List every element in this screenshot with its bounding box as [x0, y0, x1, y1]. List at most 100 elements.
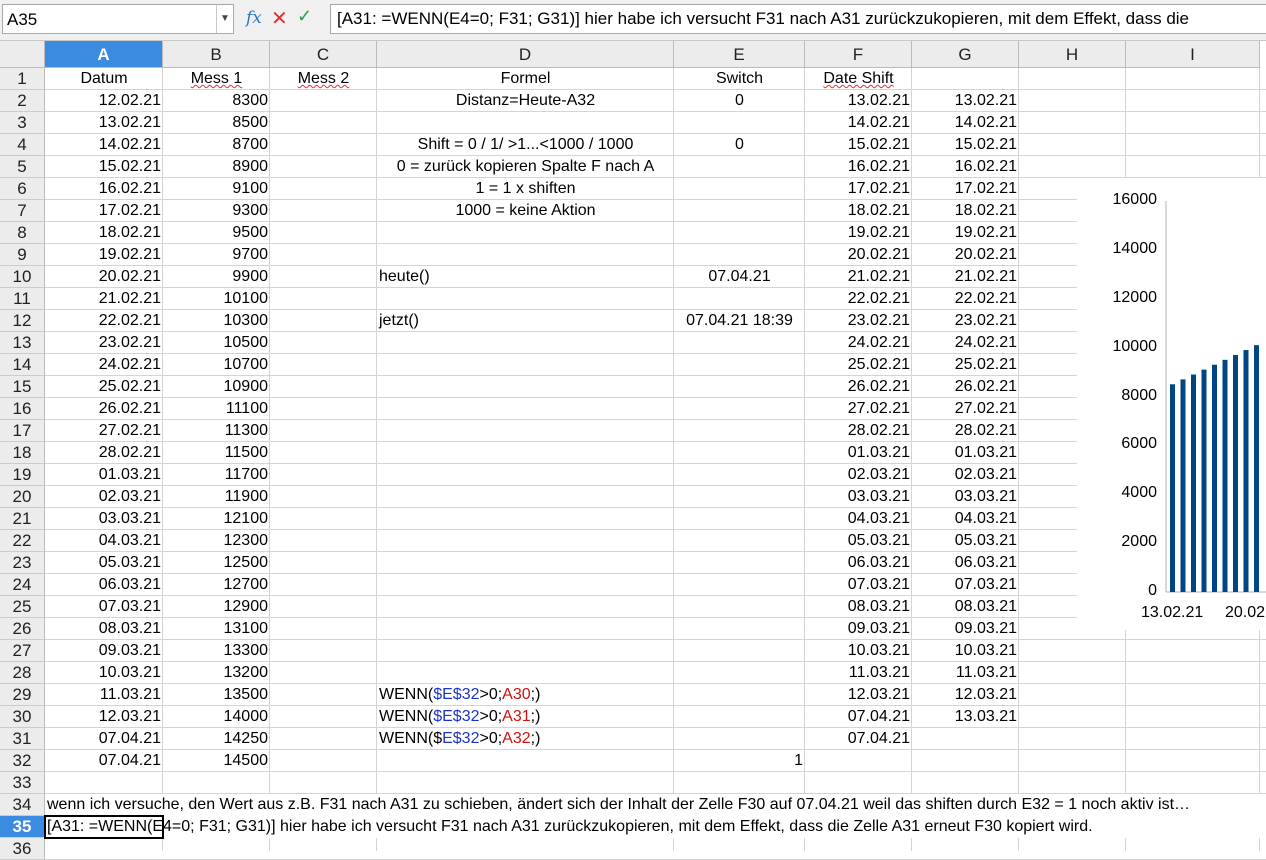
cell-g23[interactable]: 06.03.21	[912, 552, 1019, 574]
cell-g3[interactable]: 14.02.21	[912, 112, 1019, 134]
cell-e4[interactable]: 0	[674, 134, 805, 156]
cell-f18[interactable]: 01.03.21	[805, 442, 912, 464]
chevron-down-icon[interactable]: ▼	[216, 5, 233, 33]
cell-b19[interactable]: 11700	[163, 464, 270, 486]
cell-f17[interactable]: 28.02.21	[805, 420, 912, 442]
row-header-18[interactable]: 18	[0, 442, 45, 464]
row-header-11[interactable]: 11	[0, 288, 45, 310]
row-header-6[interactable]: 6	[0, 178, 45, 200]
cell-b1[interactable]: Mess 1	[163, 68, 270, 90]
cell-f16[interactable]: 27.02.21	[805, 398, 912, 420]
cell-a22[interactable]: 04.03.21	[45, 530, 163, 552]
cell-f7[interactable]: 18.02.21	[805, 200, 912, 222]
row-header-32[interactable]: 32	[0, 750, 45, 772]
cell-f30[interactable]: 07.04.21	[805, 706, 912, 728]
cell-f13[interactable]: 24.02.21	[805, 332, 912, 354]
cell-c1[interactable]: Mess 2	[270, 68, 377, 90]
cell-f3[interactable]: 14.02.21	[805, 112, 912, 134]
cell-f11[interactable]: 22.02.21	[805, 288, 912, 310]
cell-g27[interactable]: 10.03.21	[912, 640, 1019, 662]
cell-a25[interactable]: 07.03.21	[45, 596, 163, 618]
note-row-34[interactable]: wenn ich versuche, den Wert aus z.B. F31…	[45, 794, 1266, 816]
row-header-24[interactable]: 24	[0, 574, 45, 596]
row-header-26[interactable]: 26	[0, 618, 45, 640]
cell-f24[interactable]: 07.03.21	[805, 574, 912, 596]
column-header-f[interactable]: F	[805, 41, 912, 68]
cell-g8[interactable]: 19.02.21	[912, 222, 1019, 244]
row-header-8[interactable]: 8	[0, 222, 45, 244]
cell-b32[interactable]: 14500	[163, 750, 270, 772]
cell-b8[interactable]: 9500	[163, 222, 270, 244]
cell-b6[interactable]: 9100	[163, 178, 270, 200]
cell-e10[interactable]: 07.04.21	[674, 266, 805, 288]
cell-b21[interactable]: 12100	[163, 508, 270, 530]
cell-b17[interactable]: 11300	[163, 420, 270, 442]
cell-b5[interactable]: 8900	[163, 156, 270, 178]
column-header-a[interactable]: A	[45, 41, 163, 68]
formula-cell-d30[interactable]: WENN($E$32>0;A31;)	[377, 706, 674, 728]
cell-a8[interactable]: 18.02.21	[45, 222, 163, 244]
cell-g10[interactable]: 21.02.21	[912, 266, 1019, 288]
cell-g18[interactable]: 01.03.21	[912, 442, 1019, 464]
cell-f23[interactable]: 06.03.21	[805, 552, 912, 574]
cell-a12[interactable]: 22.02.21	[45, 310, 163, 332]
cell-f29[interactable]: 12.03.21	[805, 684, 912, 706]
cell-a11[interactable]: 21.02.21	[45, 288, 163, 310]
cell-b2[interactable]: 8300	[163, 90, 270, 112]
row-header-34[interactable]: 34	[0, 794, 45, 816]
cell-f28[interactable]: 11.03.21	[805, 662, 912, 684]
cell-g21[interactable]: 04.03.21	[912, 508, 1019, 530]
select-all-corner[interactable]	[0, 41, 45, 68]
cell-g4[interactable]: 15.02.21	[912, 134, 1019, 156]
row-header-2[interactable]: 2	[0, 90, 45, 112]
cell-a1[interactable]: Datum	[45, 68, 163, 90]
cell-b28[interactable]: 13200	[163, 662, 270, 684]
cell-g30[interactable]: 13.03.21	[912, 706, 1019, 728]
cell-a14[interactable]: 24.02.21	[45, 354, 163, 376]
cell-a5[interactable]: 15.02.21	[45, 156, 163, 178]
row-header-1[interactable]: 1	[0, 68, 45, 90]
cell-d4[interactable]: Shift = 0 / 1/ >1...<1000 / 1000	[377, 134, 674, 156]
row-header-9[interactable]: 9	[0, 244, 45, 266]
cell-f26[interactable]: 09.03.21	[805, 618, 912, 640]
cell-g16[interactable]: 27.02.21	[912, 398, 1019, 420]
row-header-5[interactable]: 5	[0, 156, 45, 178]
row-header-14[interactable]: 14	[0, 354, 45, 376]
row-header-33[interactable]: 33	[0, 772, 45, 794]
formula-input[interactable]: [A31: =WENN(E4=0; F31; G31)] hier habe i…	[330, 4, 1266, 34]
cell-g28[interactable]: 11.03.21	[912, 662, 1019, 684]
cell-g5[interactable]: 16.02.21	[912, 156, 1019, 178]
cell-b11[interactable]: 10100	[163, 288, 270, 310]
cell-a19[interactable]: 01.03.21	[45, 464, 163, 486]
cell-b12[interactable]: 10300	[163, 310, 270, 332]
cell-f20[interactable]: 03.03.21	[805, 486, 912, 508]
row-header-13[interactable]: 13	[0, 332, 45, 354]
cell-d12[interactable]: jetzt()	[377, 310, 674, 332]
row-header-23[interactable]: 23	[0, 552, 45, 574]
row-header-12[interactable]: 12	[0, 310, 45, 332]
cell-a3[interactable]: 13.02.21	[45, 112, 163, 134]
row-header-10[interactable]: 10	[0, 266, 45, 288]
cell-a15[interactable]: 25.02.21	[45, 376, 163, 398]
column-header-c[interactable]: C	[270, 41, 377, 68]
cell-a2[interactable]: 12.02.21	[45, 90, 163, 112]
cell-a18[interactable]: 28.02.21	[45, 442, 163, 464]
cell-a9[interactable]: 19.02.21	[45, 244, 163, 266]
cell-g25[interactable]: 08.03.21	[912, 596, 1019, 618]
row-header-15[interactable]: 15	[0, 376, 45, 398]
cell-d10[interactable]: heute()	[377, 266, 674, 288]
cell-b15[interactable]: 10900	[163, 376, 270, 398]
cell-f25[interactable]: 08.03.21	[805, 596, 912, 618]
cell-f21[interactable]: 04.03.21	[805, 508, 912, 530]
cell-b30[interactable]: 14000	[163, 706, 270, 728]
cell-g19[interactable]: 02.03.21	[912, 464, 1019, 486]
cell-a27[interactable]: 09.03.21	[45, 640, 163, 662]
row-header-21[interactable]: 21	[0, 508, 45, 530]
cell-a29[interactable]: 11.03.21	[45, 684, 163, 706]
cell-b13[interactable]: 10500	[163, 332, 270, 354]
row-header-17[interactable]: 17	[0, 420, 45, 442]
column-header-e[interactable]: E	[674, 41, 805, 68]
formula-cell-d29[interactable]: WENN($E$32>0;A30;)	[377, 684, 674, 706]
cell-f27[interactable]: 10.03.21	[805, 640, 912, 662]
cell-b18[interactable]: 11500	[163, 442, 270, 464]
